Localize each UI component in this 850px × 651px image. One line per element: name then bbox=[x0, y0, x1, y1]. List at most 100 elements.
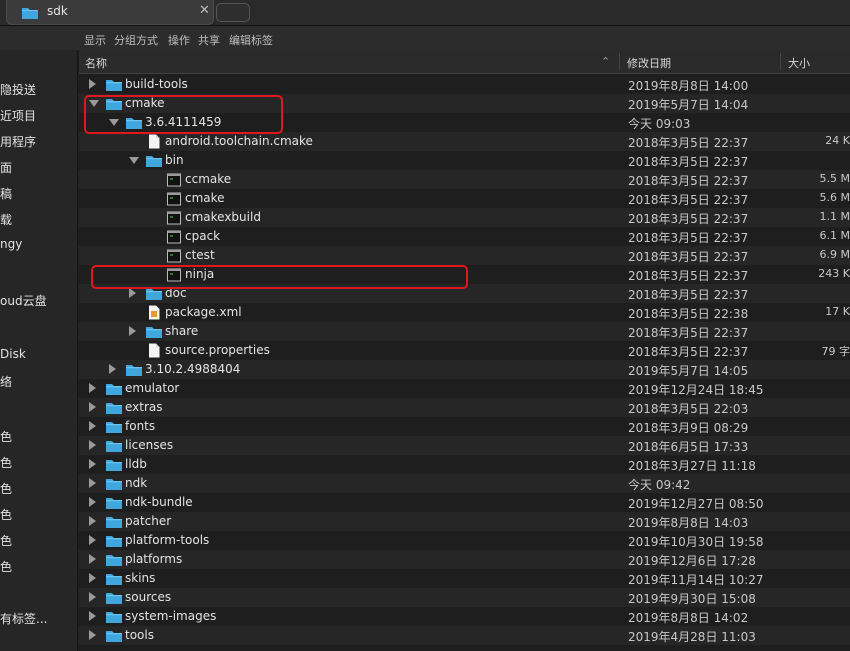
file-row[interactable]: cmakexbuild 2018年3月5日 22:37 1.1 M bbox=[79, 208, 850, 227]
disclosure-open-icon[interactable] bbox=[129, 157, 139, 164]
file-row[interactable]: system-images 2019年8月8日 14:02 bbox=[79, 607, 850, 626]
sidebar-item-applications[interactable]: 用程序 bbox=[0, 133, 36, 150]
sidebar-item-tag[interactable]: 色 bbox=[0, 480, 12, 497]
file-row[interactable]: tools 2019年4月28日 11:03 bbox=[79, 626, 850, 645]
disclosure-closed-icon[interactable] bbox=[89, 554, 96, 564]
file-name: ccmake bbox=[185, 172, 232, 186]
sidebar-item-all-tags[interactable]: 有标签... bbox=[0, 610, 47, 627]
disclosure-closed-icon[interactable] bbox=[89, 630, 96, 640]
sidebar-item-downloads[interactable]: 载 bbox=[0, 211, 12, 228]
toolbar-action[interactable]: 操作 bbox=[168, 32, 190, 48]
file-row[interactable]: skins 2019年11月14日 10:27 bbox=[79, 569, 850, 588]
file-name: system-images bbox=[125, 609, 217, 623]
file-row[interactable]: platform-tools 2019年10月30日 19:58 bbox=[79, 531, 850, 550]
disclosure-closed-icon[interactable] bbox=[89, 592, 96, 602]
column-divider[interactable] bbox=[780, 53, 781, 70]
sidebar-item-desktop[interactable]: 面 bbox=[0, 159, 12, 176]
file-size: 6.9 M bbox=[819, 248, 850, 261]
file-name: ctest bbox=[185, 248, 215, 262]
file-row[interactable]: platforms 2019年12月6日 17:28 bbox=[79, 550, 850, 569]
column-size[interactable]: 大小 bbox=[788, 55, 810, 71]
file-row[interactable]: emulator 2019年12月24日 18:45 bbox=[79, 379, 850, 398]
disclosure-closed-icon[interactable] bbox=[89, 440, 96, 450]
sidebar: 隐投送 近项目 用程序 面 稿 载 ngy oud云盘 Disk 络 色 色 色… bbox=[0, 50, 78, 651]
file-row[interactable]: share 2018年3月5日 22:37 bbox=[79, 322, 850, 341]
file-date: 今天 09:03 bbox=[628, 117, 691, 131]
file-row[interactable]: extras 2018年3月5日 22:03 bbox=[79, 398, 850, 417]
sidebar-item-tag[interactable]: 色 bbox=[0, 506, 12, 523]
toolbar-edit-tags[interactable]: 编辑标签 bbox=[229, 32, 273, 48]
column-divider[interactable] bbox=[619, 53, 620, 70]
file-name: platform-tools bbox=[125, 533, 210, 547]
file-size: 5.5 M bbox=[819, 172, 850, 185]
file-row[interactable]: 3.10.2.4988404 2019年5月7日 14:05 bbox=[79, 360, 850, 379]
file-date: 2018年3月5日 22:37 bbox=[628, 193, 749, 207]
file-date: 2019年8月8日 14:00 bbox=[628, 79, 749, 93]
sidebar-item-network[interactable]: 络 bbox=[0, 373, 12, 390]
sidebar-item-tag[interactable]: 色 bbox=[0, 454, 12, 471]
file-row[interactable]: ccmake 2018年3月5日 22:37 5.5 M bbox=[79, 170, 850, 189]
toolbar-group-by[interactable]: 分组方式 bbox=[114, 32, 158, 48]
file-row[interactable]: build-tools 2019年8月8日 14:00 bbox=[79, 75, 850, 94]
file-row[interactable]: ndk-bundle 2019年12月27日 08:50 bbox=[79, 493, 850, 512]
file-row[interactable]: patcher 2019年8月8日 14:03 bbox=[79, 512, 850, 531]
new-tab-button[interactable] bbox=[216, 3, 250, 22]
disclosure-closed-icon[interactable] bbox=[89, 497, 96, 507]
file-row[interactable]: lldb 2018年3月27日 11:18 bbox=[79, 455, 850, 474]
file-date: 今天 09:42 bbox=[628, 478, 691, 492]
file-date: 2019年5月7日 14:04 bbox=[628, 98, 749, 112]
sidebar-item-disk[interactable]: Disk bbox=[0, 347, 26, 361]
file-date: 2018年3月5日 22:38 bbox=[628, 307, 749, 321]
sidebar-item-documents[interactable]: 稿 bbox=[0, 185, 12, 202]
sidebar-item-tag[interactable]: 色 bbox=[0, 428, 12, 445]
file-date: 2019年12月6日 17:28 bbox=[628, 554, 756, 568]
disclosure-closed-icon[interactable] bbox=[89, 516, 96, 526]
file-row[interactable]: ctest 2018年3月5日 22:37 6.9 M bbox=[79, 246, 850, 265]
file-date: 2019年5月7日 14:05 bbox=[628, 364, 749, 378]
disclosure-closed-icon[interactable] bbox=[89, 79, 96, 89]
disclosure-closed-icon[interactable] bbox=[89, 459, 96, 469]
file-row[interactable]: fonts 2018年3月9日 08:29 bbox=[79, 417, 850, 436]
file-name: platforms bbox=[125, 552, 183, 566]
file-row[interactable]: ndk 今天 09:42 bbox=[79, 474, 850, 493]
column-date[interactable]: 修改日期 bbox=[627, 55, 671, 71]
file-date: 2019年12月24日 18:45 bbox=[628, 383, 764, 397]
file-date: 2018年3月5日 22:37 bbox=[628, 212, 749, 226]
sidebar-item-tag[interactable]: 色 bbox=[0, 532, 12, 549]
column-name[interactable]: 名称 bbox=[85, 55, 107, 71]
file-name: source.properties bbox=[165, 343, 270, 357]
file-row[interactable]: bin 2018年3月5日 22:37 bbox=[79, 151, 850, 170]
sidebar-item-recents[interactable]: 近项目 bbox=[0, 107, 36, 124]
file-row[interactable]: source.properties 2018年3月5日 22:37 79 字 bbox=[79, 341, 850, 360]
disclosure-closed-icon[interactable] bbox=[89, 573, 96, 583]
sidebar-item-icloud-drive[interactable]: oud云盘 bbox=[0, 292, 47, 309]
file-row[interactable]: cpack 2018年3月5日 22:37 6.1 M bbox=[79, 227, 850, 246]
sidebar-item-airdrop[interactable]: 隐投送 bbox=[0, 81, 36, 98]
file-row[interactable]: licenses 2018年6月5日 17:33 bbox=[79, 436, 850, 455]
file-date: 2018年3月5日 22:03 bbox=[628, 402, 749, 416]
toolbar-view[interactable]: 显示 bbox=[84, 32, 106, 48]
file-name: extras bbox=[125, 400, 163, 414]
file-row[interactable]: package.xml 2018年3月5日 22:38 17 K bbox=[79, 303, 850, 322]
file-date: 2018年3月5日 22:37 bbox=[628, 231, 749, 245]
disclosure-closed-icon[interactable] bbox=[129, 288, 136, 298]
sidebar-item-tag[interactable]: 色 bbox=[0, 558, 12, 575]
disclosure-closed-icon[interactable] bbox=[89, 383, 96, 393]
file-row[interactable]: sources 2019年9月30日 15:08 bbox=[79, 588, 850, 607]
file-row[interactable]: android.toolchain.cmake 2018年3月5日 22:37 24… bbox=[79, 132, 850, 151]
tab-sdk[interactable]: sdk ✕ bbox=[6, 0, 214, 25]
disclosure-closed-icon[interactable] bbox=[89, 478, 96, 488]
sidebar-item-user[interactable]: ngy bbox=[0, 237, 22, 251]
file-date: 2018年3月27日 11:18 bbox=[628, 459, 756, 473]
disclosure-closed-icon[interactable] bbox=[89, 535, 96, 545]
file-row[interactable]: cmake 2018年3月5日 22:37 5.6 M bbox=[79, 189, 850, 208]
file-list: build-tools 2019年8月8日 14:00 cmake 2019年5月7日… bbox=[79, 75, 850, 651]
disclosure-closed-icon[interactable] bbox=[109, 364, 116, 374]
file-date: 2018年3月5日 22:37 bbox=[628, 174, 749, 188]
disclosure-closed-icon[interactable] bbox=[89, 421, 96, 431]
disclosure-closed-icon[interactable] bbox=[89, 402, 96, 412]
toolbar-share[interactable]: 共享 bbox=[198, 32, 220, 48]
close-icon[interactable]: ✕ bbox=[199, 3, 210, 18]
disclosure-closed-icon[interactable] bbox=[129, 326, 136, 336]
disclosure-closed-icon[interactable] bbox=[89, 611, 96, 621]
